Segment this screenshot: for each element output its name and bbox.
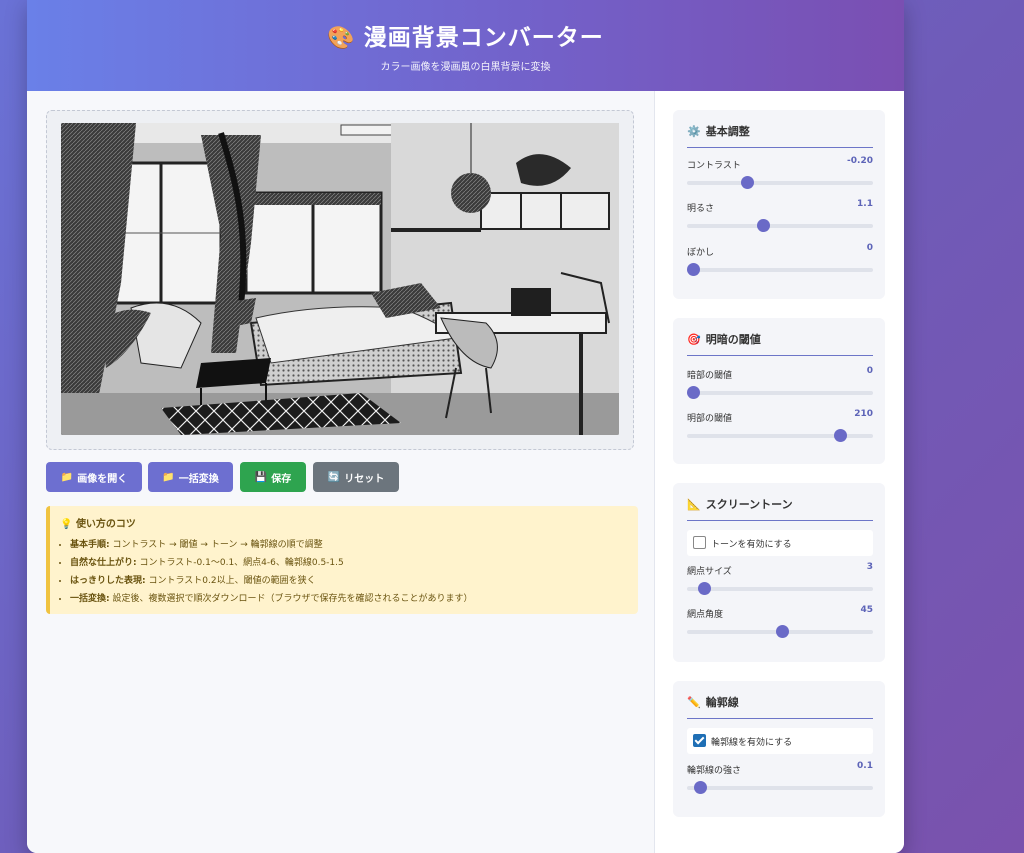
basic-adjust-panel: ⚙️ 基本調整 コントラスト -0.20 明るさ 1.1 ぼかし 0 xyxy=(673,110,885,299)
palette-icon: 🎨 xyxy=(327,26,356,51)
slider-thumb[interactable] xyxy=(694,781,708,794)
page-subtitle: カラー画像を漫画風の白黒背景に変換 xyxy=(380,62,551,73)
checkbox[interactable] xyxy=(693,734,706,747)
preview-image xyxy=(61,123,619,435)
threshold-panel: 🎯 明暗の閾値 暗部の閾値 0 明部の閾値 210 xyxy=(673,318,885,464)
dot-size-slider[interactable]: 網点サイズ 3 xyxy=(687,562,873,600)
checkbox[interactable] xyxy=(693,536,706,549)
tone-enable-checkbox[interactable]: トーンを有効にする xyxy=(687,530,873,556)
floppy-disk-icon: 💾 xyxy=(254,471,268,483)
pencil-icon: ✏️ xyxy=(687,696,701,709)
brightness-slider[interactable]: 明るさ 1.1 xyxy=(687,199,873,237)
lightbulb-icon: 💡 xyxy=(60,519,73,530)
slider-thumb[interactable] xyxy=(833,429,847,442)
screentone-panel: 📐 スクリーントーン トーンを有効にする 網点サイズ 3 網点角度 45 xyxy=(673,483,885,662)
header: 🎨 漫画背景コンバーター カラー画像を漫画風の白黒背景に変換 xyxy=(27,0,904,91)
reset-button[interactable]: 🔄 リセット xyxy=(313,462,399,492)
image-drop-area[interactable] xyxy=(46,110,634,450)
main-area: 📁画像を開く 📁一括変換 💾保存 🔄リセット 💡 使い方のコツ 基本手順: コン… xyxy=(27,91,654,853)
slider-thumb[interactable] xyxy=(775,625,789,638)
tips-title: 💡 使い方のコツ xyxy=(60,519,136,530)
folder-icon: 📁 xyxy=(162,471,175,483)
outline-panel: ✏️ 輪郭線 輪郭線を有効にする 輪郭線の強さ 0.1 xyxy=(673,681,885,817)
tips-box: 💡 使い方のコツ 基本手順: コントラスト → 閾値 → トーン → 輪郭線の順… xyxy=(46,506,638,614)
settings-sidebar: ⚙️ 基本調整 コントラスト -0.20 明るさ 1.1 ぼかし 0 🎯 明暗の… xyxy=(655,91,904,853)
outline-strength-slider[interactable]: 輪郭線の強さ 0.1 xyxy=(687,761,873,799)
panel-title: ⚙️ 基本調整 xyxy=(687,123,873,148)
folder-icon: 📁 xyxy=(60,471,74,483)
gear-icon: ⚙️ xyxy=(687,125,701,138)
target-icon: 🎯 xyxy=(687,333,701,346)
title-text: 漫画背景コンバーター xyxy=(363,25,604,51)
refresh-icon: 🔄 xyxy=(327,471,341,483)
list-item: 一括変換: 設定後、複数選択で順次ダウンロード（ブラウザで保存先を確認されること… xyxy=(70,590,630,608)
page-title: 🎨 漫画背景コンバーター xyxy=(27,18,904,52)
panel-title: ✏️ 輪郭線 xyxy=(687,694,873,719)
panel-title: 🎯 明暗の閾値 xyxy=(687,331,873,356)
contrast-slider[interactable]: コントラスト -0.20 xyxy=(687,156,873,194)
slider-thumb[interactable] xyxy=(757,219,771,232)
triangle-ruler-icon: 📐 xyxy=(687,498,701,511)
reset-label: リセット xyxy=(344,473,385,485)
manga-room-image xyxy=(61,123,619,435)
outline-enable-checkbox[interactable]: 輪郭線を有効にする xyxy=(687,728,873,754)
panel-title: 📐 スクリーントーン xyxy=(687,496,873,521)
save-button[interactable]: 💾 保存 xyxy=(240,462,306,492)
blur-slider[interactable]: ぼかし 0 xyxy=(686,243,873,281)
tips-list: 基本手順: コントラスト → 閾値 → トーン → 輪郭線の順で調整 自然な仕上… xyxy=(50,536,630,608)
light-threshold-slider[interactable]: 明部の閾値 210 xyxy=(687,409,873,447)
open-image-button[interactable]: 📁 画像を開く xyxy=(46,462,142,492)
batch-convert-label: 一括変換 xyxy=(178,473,219,485)
slider-thumb[interactable] xyxy=(686,263,700,276)
list-item: 基本手順: コントラスト → 閾値 → トーン → 輪郭線の順で調整 xyxy=(70,536,630,554)
slider-thumb[interactable] xyxy=(740,176,754,189)
save-label: 保存 xyxy=(271,473,292,485)
list-item: 自然な仕上がり: コントラスト-0.1〜0.1、網点4-6、輪郭線0.5-1.5 xyxy=(70,554,630,572)
batch-convert-button[interactable]: 📁 一括変換 xyxy=(148,462,233,492)
app-window: 🎨 漫画背景コンバーター カラー画像を漫画風の白黒背景に変換 📁 画像を開く 📁… xyxy=(27,0,904,853)
slider-thumb[interactable] xyxy=(686,386,700,399)
open-image-label: 画像を開く xyxy=(77,473,128,485)
dark-threshold-slider[interactable]: 暗部の閾値 0 xyxy=(686,366,873,404)
slider-thumb[interactable] xyxy=(697,582,711,595)
dot-angle-slider[interactable]: 網点角度 45 xyxy=(687,605,873,643)
list-item: はっきりした表現: コントラスト0.2以上、閾値の範囲を狭く xyxy=(70,572,630,590)
